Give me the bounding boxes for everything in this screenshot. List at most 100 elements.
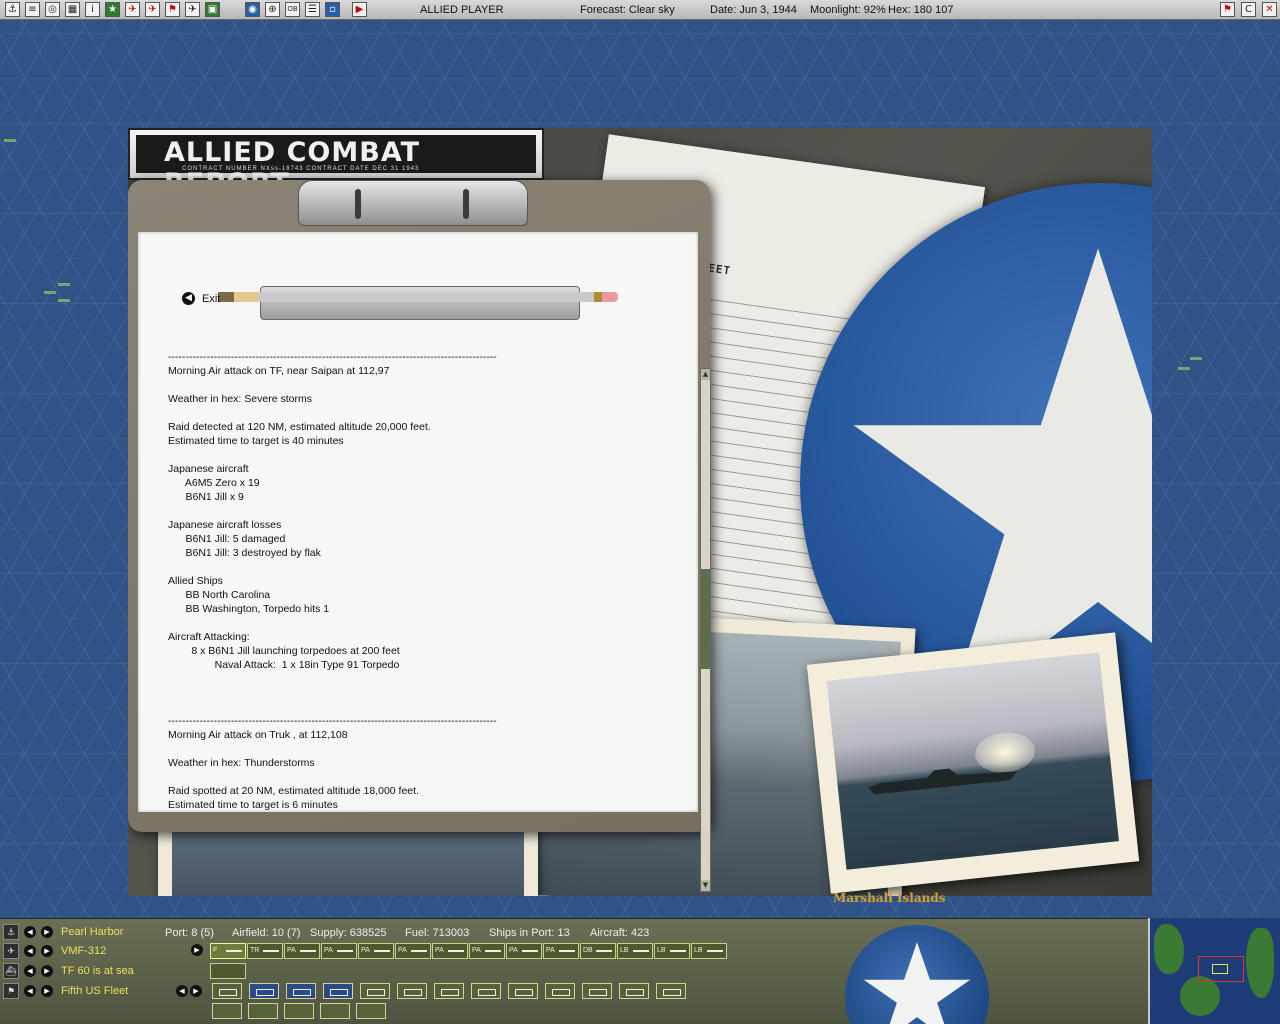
airfield-stat: Airfield: 10 (7) [232, 927, 301, 939]
ship-class-button[interactable] [508, 983, 538, 999]
forecast-label: Forecast: Clear sky [580, 4, 675, 16]
minimap[interactable] [1148, 918, 1280, 1024]
notes-icon[interactable]: ≡ [25, 2, 40, 17]
aircraft-type-button[interactable]: PA [284, 943, 320, 959]
info-icon[interactable]: i [85, 2, 100, 17]
report-contract: CONTRACT NUMBER NXss-18743 CONTRACT DATE… [182, 166, 420, 172]
target-icon[interactable]: ⊕ [265, 2, 280, 17]
ob-icon[interactable]: OB [285, 2, 300, 17]
convoy-button[interactable] [356, 1003, 386, 1019]
prev-arrow-icon[interactable]: ◀ [24, 985, 36, 997]
fortification-button[interactable] [284, 1003, 314, 1019]
aircraft-type-button[interactable]: PA [358, 943, 394, 959]
base-force-button[interactable] [248, 1003, 278, 1019]
report-line: ----------------------------------------… [168, 351, 497, 363]
globe-icon[interactable]: ◉ [245, 2, 260, 17]
ship-class-button[interactable] [656, 983, 686, 999]
task-force-ship-button[interactable] [210, 963, 246, 979]
ship-class-button[interactable] [212, 983, 242, 999]
report-line [168, 770, 688, 784]
list-icon[interactable]: ☰ [305, 2, 320, 17]
next-arrow-icon[interactable]: ▶ [190, 985, 202, 997]
close-icon[interactable]: ✕ [1262, 2, 1277, 17]
aircraft-type-button[interactable]: LB [617, 943, 653, 959]
aircraft-type-button[interactable]: LB [691, 943, 727, 959]
prev-arrow-icon[interactable]: ◀ [24, 945, 36, 957]
prev-arrow-icon[interactable]: ◀ [24, 926, 36, 938]
ship-class-button[interactable] [360, 983, 390, 999]
moonlight-label: Moonlight: 92% [810, 4, 886, 16]
top-toolbar: ⚓ ≡ ◎ ▦ i ★ ✈ ✈ ⚑ ✈ ▣ ◉ ⊕ OB ☰ ▫ ▶ ALLIE… [0, 0, 1280, 20]
exit-label: Exit [202, 292, 221, 305]
report-paper: ◀ Exit ---------------------------------… [138, 232, 711, 892]
anchor-icon[interactable]: ⚓ [5, 2, 20, 17]
air-unit-name[interactable]: VMF-312 [61, 945, 106, 957]
next-arrow-icon[interactable]: ▶ [41, 985, 53, 997]
flag-icon[interactable]: ⚑ [165, 2, 180, 17]
c-icon[interactable]: C [1241, 2, 1256, 17]
prev-arrow-icon[interactable]: ◀ [24, 965, 36, 977]
plane-alt-icon[interactable]: ✈ [145, 2, 160, 17]
task-force-name[interactable]: TF 60 is at sea [61, 965, 134, 977]
window-icon[interactable]: ▫ [325, 2, 340, 17]
end-turn-icon[interactable]: ▶ [352, 2, 367, 17]
prev-arrow-icon[interactable]: ◀ [176, 985, 188, 997]
report-line: BB Washington, Torpedo hits 1 [168, 603, 330, 615]
aircraft-type-button[interactable]: TR [247, 943, 283, 959]
map-unit-marker[interactable] [1190, 357, 1202, 360]
map-unit-marker[interactable] [1178, 367, 1190, 370]
map-unit-marker[interactable] [4, 139, 16, 142]
exit-button[interactable]: ◀ Exit [182, 292, 220, 305]
scroll-up-button[interactable]: ▲ [701, 369, 710, 380]
star-icon[interactable]: ★ [105, 2, 120, 17]
ship-icon: ⛴ [3, 963, 19, 979]
aircraft-type-button[interactable]: DB [580, 943, 616, 959]
aircraft-type-button[interactable]: F [210, 943, 246, 959]
ground-unit-button[interactable] [320, 1003, 350, 1019]
ship-class-button[interactable] [323, 983, 353, 999]
scroll-thumb[interactable] [701, 569, 710, 669]
aircraft-type-button[interactable]: PA [469, 943, 505, 959]
aircraft-type-button[interactable]: PA [395, 943, 431, 959]
fleet-name[interactable]: Fifth US Fleet [61, 985, 128, 997]
clipboard-clip [298, 180, 528, 226]
report-line [168, 672, 688, 686]
aircraft-type-button[interactable]: PA [506, 943, 542, 959]
next-arrow-icon[interactable]: ▶ [41, 945, 53, 957]
aircraft-type-button[interactable]: PA [432, 943, 468, 959]
ship-class-button[interactable] [471, 983, 501, 999]
aircraft-type-button[interactable]: LB [654, 943, 690, 959]
report-line: Raid spotted at 20 NM, estimated altitud… [168, 785, 419, 797]
combat-icon[interactable]: ▦ [65, 2, 80, 17]
ship-class-button[interactable] [582, 983, 612, 999]
base-name[interactable]: Pearl Harbor [61, 926, 123, 938]
map-unit-marker[interactable] [44, 291, 56, 294]
ship-class-button[interactable] [397, 983, 427, 999]
map-unit-marker[interactable] [58, 299, 70, 302]
report-scrollbar[interactable]: ▲ ▼ [700, 368, 711, 892]
next-arrow-icon[interactable]: ▶ [191, 944, 203, 956]
flag-icon[interactable]: ⚑ [1220, 2, 1235, 17]
scroll-down-button[interactable]: ▼ [701, 880, 710, 891]
ship-icon[interactable]: ◎ [45, 2, 60, 17]
report-line: B6N1 Jill: 5 damaged [168, 533, 286, 545]
report-text: ----------------------------------------… [168, 350, 688, 840]
ship-class-button[interactable] [545, 983, 575, 999]
ship-class-button[interactable] [434, 983, 464, 999]
air-unit-row: ✈ ◀ ▶ VMF-312 [0, 941, 106, 961]
arrow-left-icon: ◀ [182, 292, 195, 305]
aircraft-type-button[interactable]: PA [543, 943, 579, 959]
next-arrow-icon[interactable]: ▶ [41, 965, 53, 977]
ship-class-button[interactable] [619, 983, 649, 999]
plane-red-icon[interactable]: ✈ [125, 2, 140, 17]
plane-icon: ✈ [3, 943, 19, 959]
map-unit-marker[interactable] [58, 283, 70, 286]
next-arrow-icon[interactable]: ▶ [41, 926, 53, 938]
map-icon[interactable]: ▣ [205, 2, 220, 17]
ship-class-button[interactable] [286, 983, 316, 999]
aircraft-type-button[interactable]: PA [321, 943, 357, 959]
white-star-icon [863, 942, 971, 1024]
aa-gun-button[interactable] [212, 1003, 242, 1019]
plane-map-icon[interactable]: ✈ [185, 2, 200, 17]
ship-class-button[interactable] [249, 983, 279, 999]
